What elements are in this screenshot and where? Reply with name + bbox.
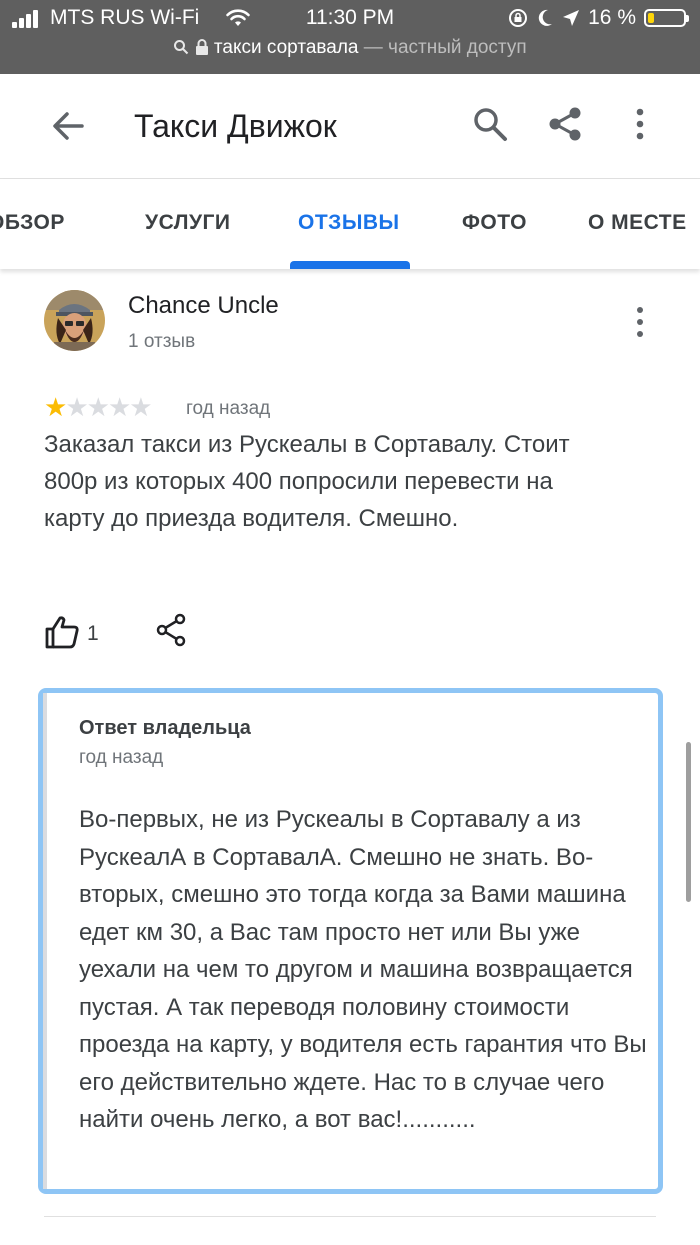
thumbs-up-icon[interactable] [44,614,80,650]
scrollbar[interactable] [686,742,691,902]
reply-side-rule [43,693,47,1189]
url-host: такси сортавала [213,37,359,58]
share-icon[interactable] [545,104,585,144]
star-empty-icon: ★ [107,392,131,422]
tab-services[interactable]: УСЛУГИ [145,211,231,235]
star-empty-icon: ★ [129,392,152,422]
tab-photos[interactable]: ФОТО [462,211,527,235]
review-share-icon[interactable] [154,612,188,648]
search-icon[interactable] [470,104,510,144]
star-filled-icon: ★ [44,392,67,422]
tab-bar: ОБЗОР УСЛУГИ ОТЗЫВЫ ФОТО О МЕСТЕ [0,179,700,269]
search-small-icon [174,40,189,55]
active-tab-indicator [290,261,410,269]
reviewer-review-count: 1 отзыв [128,331,196,352]
reply-text: Во-первых, не из Рускеалы в Сортавалу а … [79,806,647,1133]
star-rating: ★★★★★ [44,392,153,422]
reply-title: Ответ владельца [79,717,251,739]
avatar[interactable] [44,290,105,351]
reviewer-name[interactable]: Chance Uncle [128,292,279,320]
url-bar[interactable]: такси сортавала — частный доступ [0,37,700,67]
orientation-lock-icon [509,9,528,27]
clock: 11:30 PM [305,6,395,29]
battery-level-fill [648,13,655,23]
battery-percent: 16 % [588,6,636,29]
review-more-icon[interactable] [622,302,658,342]
battery-icon [644,9,689,27]
carrier-label: MTS RUS Wi-Fi [50,6,200,29]
more-vert-icon[interactable] [620,104,660,144]
moon-icon [538,9,553,26]
private-mode-label: — частный доступ [363,37,527,58]
status-bar: MTS RUS Wi-Fi 11:30 PM 16 % такси сортав… [0,0,700,74]
review-text: Заказал такси из Рускеалы в Сортавалу. С… [44,431,570,532]
owner-reply: Ответ владельца год назад Во-первых, не … [38,688,663,1194]
review-date: год назад [186,398,271,419]
star-empty-icon: ★ [86,392,110,422]
tab-about[interactable]: О МЕСТЕ [588,211,687,235]
star-empty-icon: ★ [65,392,88,422]
tab-overview[interactable]: ОБЗОР [0,211,65,235]
like-count: 1 [87,622,99,645]
back-arrow-icon[interactable] [48,106,88,146]
tab-reviews[interactable]: ОТЗЫВЫ [298,211,400,235]
location-arrow-icon [563,10,580,26]
wifi-icon [226,9,250,26]
reply-date: год назад [79,747,164,768]
app-bar: Такси Движок [0,74,700,179]
divider [44,1216,656,1217]
page-title: Такси Движок [134,108,337,144]
cellular-signal-icon [12,10,42,28]
lock-icon [195,39,208,55]
